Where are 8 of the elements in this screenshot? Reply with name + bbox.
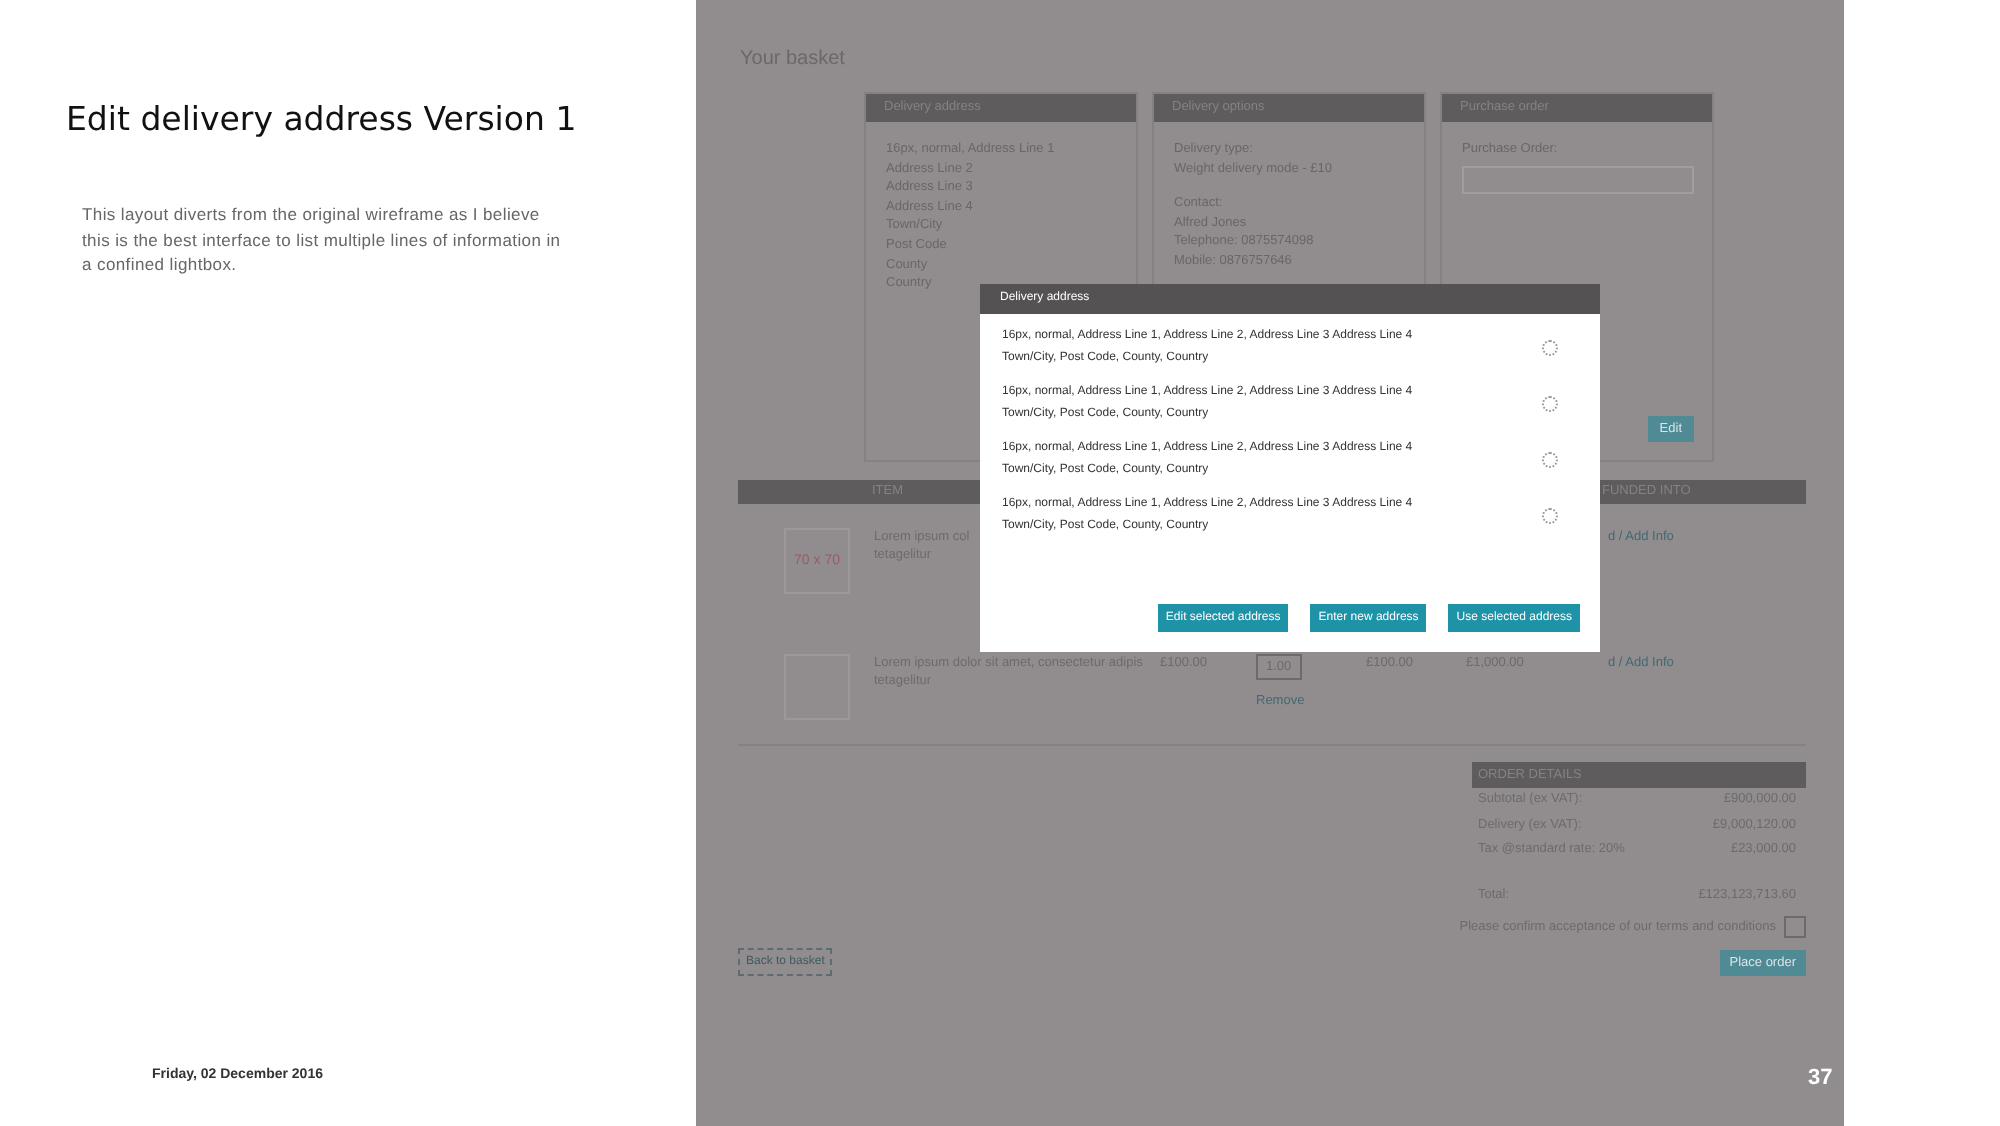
radio-button[interactable] <box>1542 340 1558 356</box>
radio-button[interactable] <box>1542 508 1558 524</box>
terms-checkbox[interactable] <box>1784 916 1806 938</box>
radio-button[interactable] <box>1542 396 1558 412</box>
page-number: 37 <box>1808 1066 1833 1090</box>
radio-button[interactable] <box>1542 452 1558 468</box>
slide-title: Edit delivery address Version 1 <box>66 100 579 138</box>
slide-description: This layout diverts from the original wireframe as I believe this is the best interface to list multiple lines of information in a confined lightbox. <box>82 202 562 277</box>
